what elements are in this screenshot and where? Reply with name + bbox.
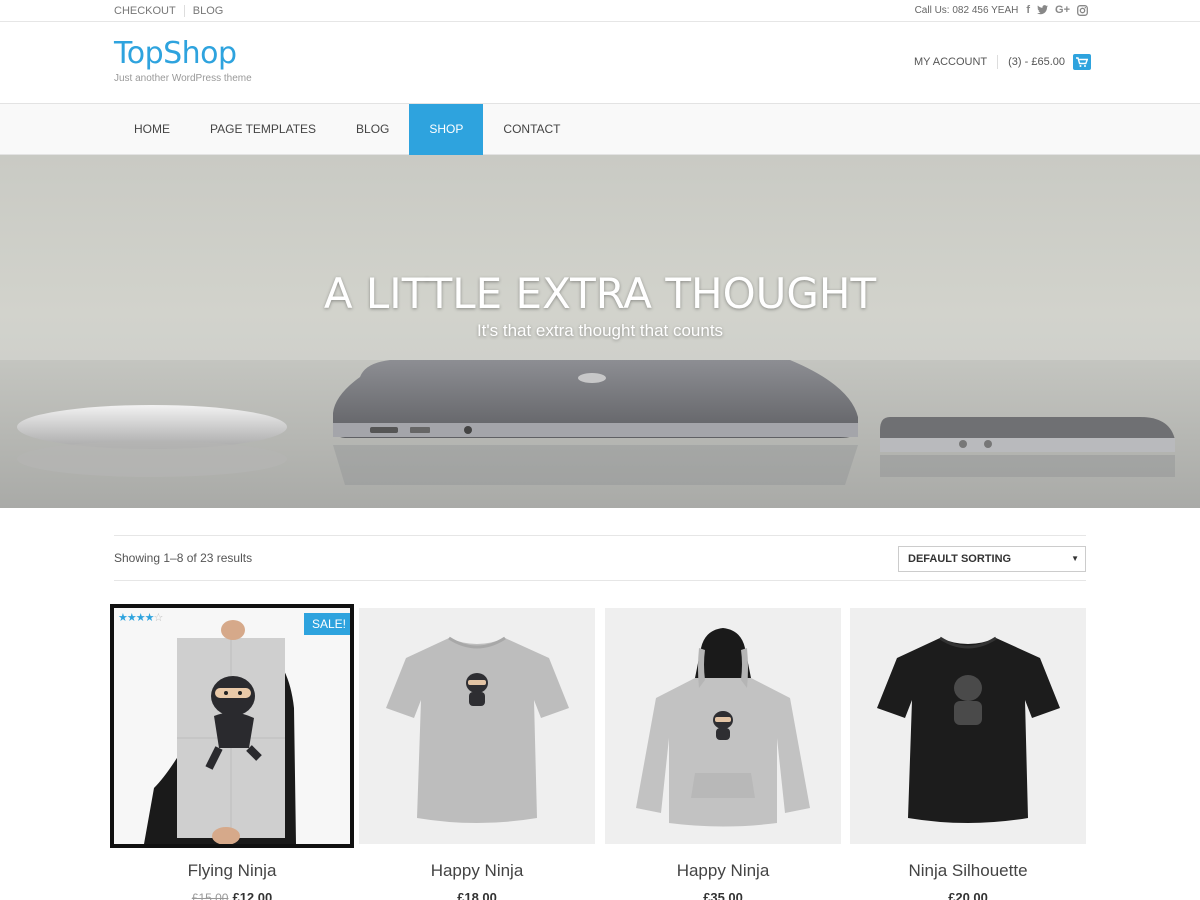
results-bar: Showing 1–8 of 23 results DEFAULT SORTIN… bbox=[114, 535, 1086, 581]
sort-select[interactable]: DEFAULT SORTING ▼ bbox=[898, 546, 1086, 572]
product-image[interactable] bbox=[359, 608, 595, 844]
twitter-icon[interactable] bbox=[1037, 5, 1049, 15]
chevron-down-icon: ▼ bbox=[1071, 554, 1079, 563]
phone-number: Call Us: 082 456 YEAH bbox=[914, 4, 1019, 16]
instagram-icon[interactable] bbox=[1077, 4, 1088, 16]
product-image[interactable] bbox=[605, 608, 841, 844]
top-link-checkout[interactable]: CHECKOUT bbox=[114, 5, 176, 17]
hero-headline: A LITTLE EXTRA THOUGHT bbox=[323, 269, 877, 318]
divider bbox=[997, 55, 999, 69]
rating-stars: ★★★★☆ bbox=[118, 612, 163, 624]
product-price: £18.00 bbox=[457, 890, 497, 900]
nav-item-home[interactable]: HOME bbox=[114, 104, 190, 155]
product-price: £15.00 £12.00 bbox=[114, 890, 350, 900]
nav-item-shop[interactable]: SHOP bbox=[409, 104, 484, 155]
hero-subheadline: It's that extra thought that counts bbox=[476, 321, 724, 340]
product-card[interactable]: Happy Ninja £35.00 bbox=[605, 608, 841, 900]
product-price: £35.00 bbox=[703, 890, 743, 900]
product-price: £20.00 bbox=[948, 890, 988, 900]
sort-selected-value: DEFAULT SORTING bbox=[908, 553, 1012, 565]
divider bbox=[183, 5, 185, 17]
tshirt-image bbox=[386, 636, 569, 823]
facebook-icon[interactable]: f bbox=[1026, 4, 1030, 16]
top-links: CHECKOUT BLOG bbox=[114, 5, 223, 17]
site-tagline: Just another WordPress theme bbox=[114, 73, 252, 84]
product-name[interactable]: Happy Ninja bbox=[605, 861, 841, 881]
black-tshirt-image bbox=[877, 636, 1060, 823]
main-navigation: HOME PAGE TEMPLATES BLOG SHOP CONTACT bbox=[0, 103, 1200, 155]
product-image[interactable] bbox=[850, 608, 1086, 844]
product-sale-price: £12.00 bbox=[232, 890, 273, 900]
product-name[interactable]: Ninja Silhouette bbox=[850, 861, 1086, 881]
my-account-link[interactable]: MY ACCOUNT bbox=[914, 56, 987, 68]
sale-badge: SALE! bbox=[303, 613, 350, 635]
cart-summary[interactable]: (3) - £65.00 bbox=[1008, 56, 1065, 68]
shopping-cart-icon[interactable] bbox=[1073, 54, 1092, 70]
product-grid: ★★★★☆ SALE! Flying Ninja £15.00 £12.00 H… bbox=[110, 604, 1086, 900]
top-bar-right: Call Us: 082 456 YEAH f G+ bbox=[915, 4, 1088, 16]
site-title[interactable]: TopShop bbox=[114, 36, 252, 71]
result-count: Showing 1–8 of 23 results bbox=[114, 551, 253, 565]
product-name[interactable]: Flying Ninja bbox=[114, 861, 350, 881]
nav-item-page-templates[interactable]: PAGE TEMPLATES bbox=[190, 104, 336, 155]
hoodie-image bbox=[636, 628, 810, 827]
nav-item-blog[interactable]: BLOG bbox=[336, 104, 409, 155]
social-links: f G+ bbox=[1026, 4, 1088, 16]
product-card[interactable]: ★★★★☆ SALE! Flying Ninja £15.00 £12.00 bbox=[110, 604, 354, 900]
nav-item-contact[interactable]: CONTACT bbox=[483, 104, 580, 155]
top-link-blog[interactable]: BLOG bbox=[193, 5, 224, 17]
poster-image bbox=[114, 608, 350, 844]
site-header: TopShop Just another WordPress theme MY … bbox=[0, 22, 1200, 103]
product-card[interactable]: Ninja Silhouette £20.00 bbox=[850, 608, 1086, 900]
product-old-price: £15.00 bbox=[191, 891, 229, 900]
hero-banner: A LITTLE EXTRA THOUGHT It's that extra t… bbox=[0, 155, 1200, 508]
site-branding: TopShop Just another WordPress theme bbox=[114, 36, 252, 84]
top-bar: CHECKOUT BLOG Call Us: 082 456 YEAH f G+ bbox=[0, 0, 1200, 22]
product-card[interactable]: Happy Ninja £18.00 bbox=[359, 608, 595, 900]
product-image[interactable]: ★★★★☆ SALE! bbox=[110, 604, 354, 848]
account-area: MY ACCOUNT (3) - £65.00 bbox=[914, 54, 1092, 70]
google-plus-icon[interactable]: G+ bbox=[1055, 4, 1070, 16]
product-name[interactable]: Happy Ninja bbox=[359, 861, 595, 881]
